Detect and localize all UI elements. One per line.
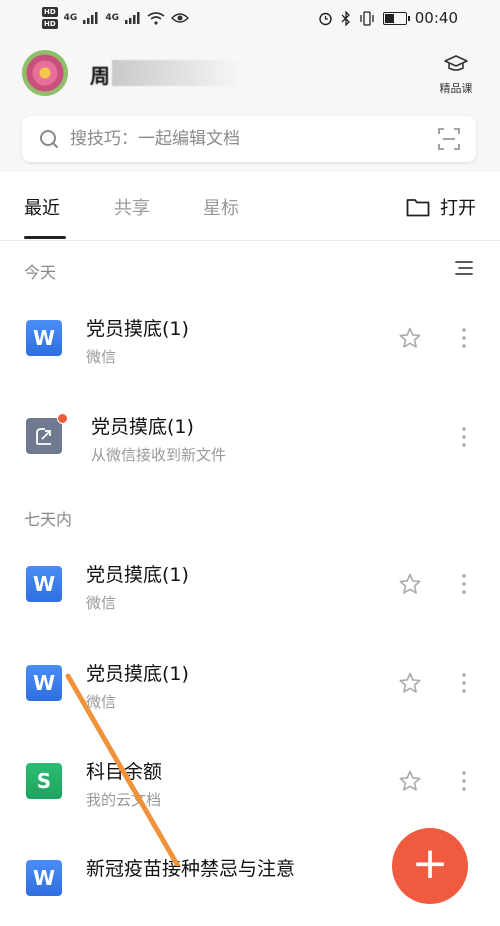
tab-recent[interactable]: 最近: [24, 194, 60, 220]
file-row[interactable]: W 党员摸底(1) 微信: [0, 639, 500, 729]
more-options-icon[interactable]: [457, 425, 471, 449]
status-right: 00:40: [318, 9, 458, 27]
wifi-icon: [147, 11, 165, 25]
eye-icon: [170, 13, 189, 23]
star-icon[interactable]: [398, 769, 422, 793]
status-time: 00:40: [414, 9, 458, 27]
hd-badge-1: HD: [42, 7, 58, 17]
alarm-icon: [319, 12, 332, 25]
battery-level: [384, 13, 394, 23]
premium-course-button[interactable]: 精品课: [434, 54, 478, 96]
writer-file-icon: W: [26, 665, 62, 701]
writer-file-icon: W: [26, 860, 62, 896]
signal-icon-2: [124, 12, 140, 24]
new-document-fab[interactable]: +: [392, 828, 468, 904]
more-options-icon[interactable]: [457, 572, 471, 596]
header: 周 精品课: [0, 38, 500, 172]
username[interactable]: 周: [90, 60, 240, 86]
star-icon[interactable]: [398, 326, 422, 350]
section-week-label: 七天内: [24, 510, 73, 529]
sheet-file-icon: S: [26, 763, 62, 799]
active-tab-indicator: [24, 236, 66, 239]
more-options-icon[interactable]: [457, 769, 471, 793]
file-source: 微信: [86, 693, 117, 711]
open-button[interactable]: 打开: [406, 194, 476, 220]
file-name: 党员摸底(1): [91, 416, 194, 438]
network-label-1: 4G: [63, 13, 78, 23]
status-left: HD HD 4G 4G: [42, 6, 189, 30]
file-name: 党员摸底(1): [86, 318, 189, 340]
bluetooth-icon: [341, 10, 350, 26]
file-name: 党员摸底(1): [86, 564, 189, 586]
battery-icon: [382, 11, 410, 25]
more-options-icon[interactable]: [457, 326, 471, 350]
premium-course-label: 精品课: [439, 82, 473, 95]
file-source: 我的云文档: [86, 791, 162, 809]
file-row[interactable]: W 党员摸底(1) 微信: [0, 294, 500, 384]
file-row[interactable]: 党员摸底(1) 从微信接收到新文件: [0, 392, 500, 482]
file-row[interactable]: W 党员摸底(1) 微信: [0, 540, 500, 630]
network-label-2: 4G: [105, 13, 119, 23]
section-today-label: 今天: [24, 263, 57, 282]
file-row[interactable]: S 科目余额 我的云文档: [0, 737, 500, 827]
sort-icon[interactable]: [454, 259, 474, 277]
signal-icon-1: [83, 12, 98, 24]
folder-icon: [406, 199, 430, 217]
writer-file-icon: W: [26, 566, 62, 602]
tab-bar: 最近 共享 星标 打开: [0, 172, 500, 241]
search-bar[interactable]: [22, 116, 476, 162]
receive-icon: [36, 428, 51, 445]
file-source: 从微信接收到新文件: [91, 446, 227, 464]
writer-file-icon: W: [26, 320, 62, 356]
tab-shared[interactable]: 共享: [114, 194, 150, 220]
tab-starred[interactable]: 星标: [203, 194, 239, 220]
file-name: 科目余额: [86, 761, 163, 783]
hd-indicator: HD HD: [42, 6, 58, 30]
graduation-cap-icon: [444, 55, 468, 71]
scan-icon[interactable]: [438, 128, 460, 150]
notification-dot: [57, 413, 68, 424]
search-input[interactable]: [70, 116, 410, 162]
search-icon: [40, 130, 58, 148]
file-source: 微信: [86, 348, 117, 366]
avatar[interactable]: [22, 50, 68, 96]
open-label: 打开: [440, 198, 476, 219]
star-icon[interactable]: [398, 572, 422, 596]
username-text: 周: [90, 64, 110, 86]
file-name: 党员摸底(1): [86, 663, 189, 685]
file-source: 微信: [86, 594, 117, 612]
received-file-icon: [26, 418, 62, 454]
star-icon[interactable]: [398, 671, 422, 695]
file-name: 新冠疫苗接种禁忌与注意: [86, 858, 296, 880]
more-options-icon[interactable]: [457, 671, 471, 695]
hd-badge-2: HD: [42, 19, 58, 29]
vibrate-icon: [360, 10, 374, 26]
status-bar: HD HD 4G 4G 00:40: [0, 0, 500, 38]
